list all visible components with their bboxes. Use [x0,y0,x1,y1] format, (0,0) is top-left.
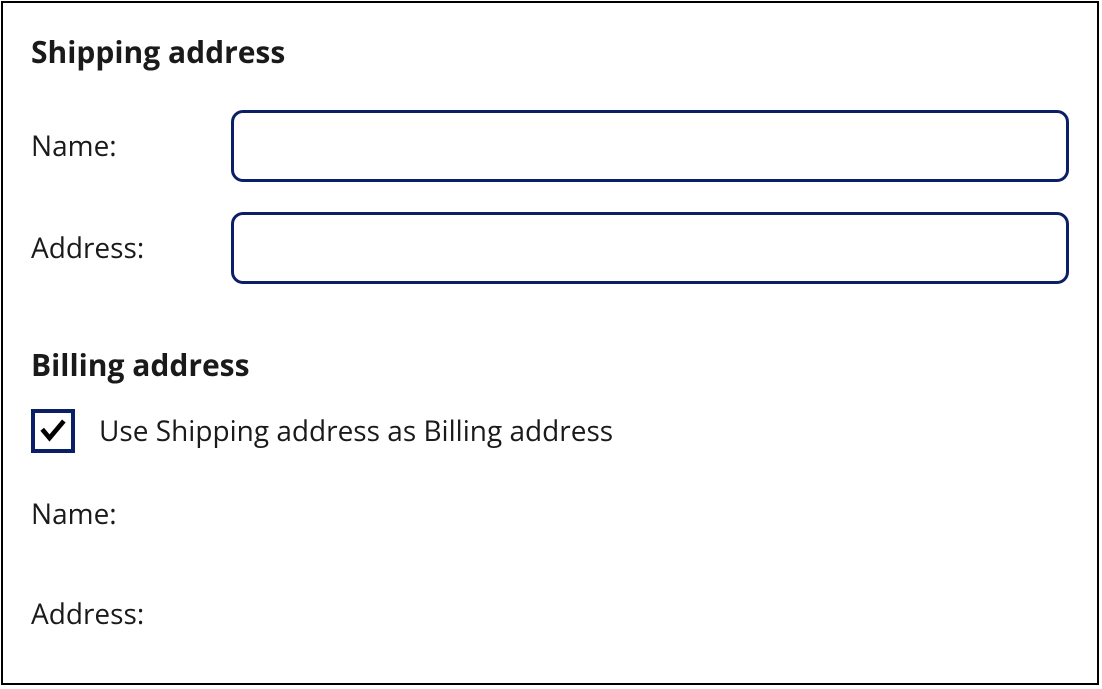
shipping-address-row: Address: [31,212,1069,284]
shipping-address-label: Address: [31,229,231,267]
shipping-name-row: Name: [31,110,1069,182]
use-shipping-checkbox-row: Use Shipping address as Billing address [31,409,1069,453]
billing-name-row: Name: [31,495,1069,533]
billing-name-label: Name: [31,495,231,533]
billing-address-label: Address: [31,595,231,633]
address-form-container: Shipping address Name: Address: Billing … [1,1,1099,685]
shipping-heading: Shipping address [31,31,1069,72]
shipping-name-label: Name: [31,127,231,165]
use-shipping-checkbox-label: Use Shipping address as Billing address [99,412,613,450]
billing-address-row: Address: [31,595,1069,633]
use-shipping-checkbox[interactable] [31,409,75,453]
shipping-name-input[interactable] [231,110,1069,182]
shipping-address-input[interactable] [231,212,1069,284]
checkmark-icon [39,417,67,445]
billing-heading: Billing address [31,344,1069,385]
